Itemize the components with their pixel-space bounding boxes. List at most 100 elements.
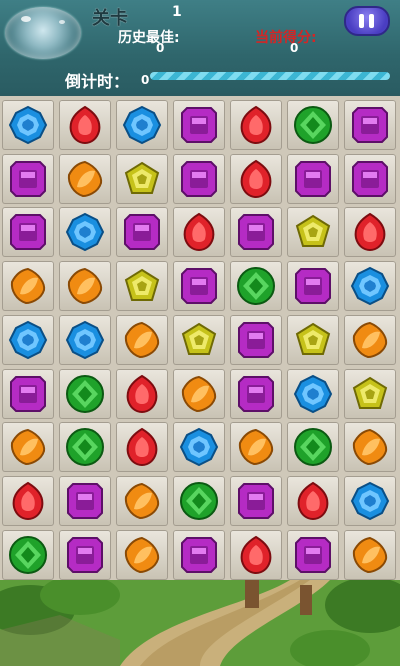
board-cell[interactable] — [173, 207, 225, 258]
board-cell[interactable] — [59, 261, 111, 312]
red-gem-icon — [297, 481, 329, 520]
board-cell[interactable] — [344, 529, 396, 580]
board-cell[interactable] — [287, 529, 339, 580]
board-cell[interactable] — [116, 153, 168, 204]
board-cell[interactable] — [59, 368, 111, 419]
board-cell[interactable] — [230, 100, 282, 150]
board-cell[interactable] — [2, 529, 54, 580]
best-score-label: 历史最佳: — [118, 30, 180, 46]
board-cell[interactable] — [230, 207, 282, 258]
orange-gem-icon — [10, 429, 46, 466]
board-cell[interactable] — [173, 529, 225, 580]
blue-gem-icon — [350, 481, 390, 521]
board-cell[interactable] — [230, 475, 282, 526]
board-cell[interactable] — [59, 314, 111, 365]
current-score-label: 当前得分: — [255, 30, 317, 46]
board-cell[interactable] — [287, 368, 339, 419]
board-cell[interactable] — [287, 314, 339, 365]
purple-gem-icon — [238, 321, 274, 358]
red-gem-icon — [354, 213, 386, 252]
purple-gem-icon — [295, 160, 331, 197]
board-cell[interactable] — [59, 422, 111, 473]
board-cell[interactable] — [2, 153, 54, 204]
board-cell[interactable] — [230, 368, 282, 419]
board-cell[interactable] — [116, 422, 168, 473]
board-cell[interactable] — [344, 207, 396, 258]
board-cell[interactable] — [2, 475, 54, 526]
orange-gem-icon — [352, 429, 388, 466]
board-cell[interactable] — [230, 422, 282, 473]
board-cell[interactable] — [116, 314, 168, 365]
board-cell[interactable] — [344, 100, 396, 150]
blue-gem-icon — [65, 213, 105, 252]
red-gem-icon — [240, 159, 272, 198]
board-cell[interactable] — [287, 153, 339, 204]
purple-gem-icon — [352, 160, 388, 197]
yellow-gem-icon — [124, 268, 160, 302]
green-gem-icon — [66, 374, 104, 413]
board-cell[interactable] — [173, 422, 225, 473]
board-cell[interactable] — [116, 529, 168, 580]
board-cell[interactable] — [230, 529, 282, 580]
red-gem-icon — [12, 481, 44, 520]
board-cell[interactable] — [59, 529, 111, 580]
board-cell[interactable] — [116, 261, 168, 312]
board-cell[interactable] — [2, 314, 54, 365]
board-cell[interactable] — [59, 100, 111, 150]
board-cell[interactable] — [59, 475, 111, 526]
red-gem-icon — [240, 105, 272, 145]
board-cell[interactable] — [173, 261, 225, 312]
green-gem-icon — [294, 106, 332, 144]
board-cell[interactable] — [287, 100, 339, 150]
orange-gem-icon — [10, 268, 46, 305]
board-cell[interactable] — [344, 422, 396, 473]
red-gem-icon — [183, 213, 215, 252]
orange-gem-icon — [67, 160, 103, 197]
board-cell[interactable] — [59, 153, 111, 204]
board-cell[interactable] — [116, 475, 168, 526]
board-cell[interactable] — [173, 153, 225, 204]
board-cell[interactable] — [116, 368, 168, 419]
green-gem-icon — [180, 481, 218, 520]
orange-gem-icon — [124, 321, 160, 358]
board-cell[interactable] — [344, 314, 396, 365]
purple-gem-icon — [181, 160, 217, 197]
board-cell[interactable] — [173, 314, 225, 365]
blue-gem-icon — [350, 266, 390, 306]
board-cell[interactable] — [173, 368, 225, 419]
board-cell[interactable] — [2, 207, 54, 258]
board-cell[interactable] — [230, 153, 282, 204]
board-cell[interactable] — [2, 261, 54, 312]
board-cell[interactable] — [344, 368, 396, 419]
board-cell[interactable] — [230, 314, 282, 365]
purple-gem-icon — [10, 375, 46, 412]
board-cell[interactable] — [287, 207, 339, 258]
orange-gem-icon — [352, 536, 388, 573]
background-scene — [0, 580, 400, 666]
green-gem-icon — [66, 428, 104, 467]
gem-board — [0, 96, 400, 580]
purple-gem-icon — [238, 214, 274, 251]
board-cell[interactable] — [2, 422, 54, 473]
purple-gem-icon — [295, 536, 331, 573]
game-header: 关卡 1 历史最佳: 0 当前得分: 0 倒计时： 0 — [0, 0, 400, 93]
board-cell[interactable] — [2, 100, 54, 150]
green-gem-icon — [237, 267, 275, 306]
board-cell[interactable] — [173, 475, 225, 526]
yellow-gem-icon — [352, 376, 388, 409]
board-cell[interactable] — [344, 261, 396, 312]
pause-button[interactable] — [344, 6, 390, 36]
board-cell[interactable] — [59, 207, 111, 258]
board-cell[interactable] — [287, 261, 339, 312]
board-cell[interactable] — [344, 475, 396, 526]
board-cell[interactable] — [2, 368, 54, 419]
board-cell[interactable] — [287, 475, 339, 526]
board-cell[interactable] — [230, 261, 282, 312]
board-cell[interactable] — [116, 207, 168, 258]
board-cell[interactable] — [344, 153, 396, 204]
board-cell[interactable] — [116, 100, 168, 150]
red-gem-icon — [240, 535, 272, 574]
board-cell[interactable] — [173, 100, 225, 150]
countdown-value: 0 — [141, 73, 150, 87]
board-cell[interactable] — [287, 422, 339, 473]
